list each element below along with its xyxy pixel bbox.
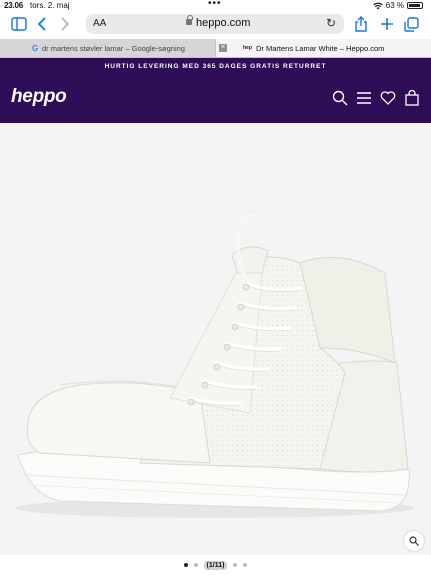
pager-dot[interactable] [183,563,188,567]
tab-title: dr martens støvler lamar – Google-søgnin… [42,43,185,53]
battery-icon [407,2,423,9]
zoom-button[interactable] [404,531,424,551]
status-date: tors. 2. maj [30,1,70,10]
sidebar-icon[interactable] [11,15,27,33]
status-bar: 23.06 tors. 2. maj ••• 63 % [0,0,431,12]
gallery-counter: (1/11) [203,560,228,570]
tab-bar: G dr martens støvler lamar – Google-søgn… [0,39,431,58]
multitasking-dots[interactable]: ••• [208,0,222,9]
address-bar[interactable]: AA heppo.com ↻ [86,14,344,34]
zoom-icon [409,536,419,546]
product-image [15,214,415,518]
new-tab-icon[interactable] [380,15,394,33]
bag-icon[interactable] [404,89,420,106]
search-icon[interactable] [332,90,348,106]
lock-icon [186,15,193,25]
heppo-logo[interactable]: heppo [11,86,67,108]
status-time: 23.06 [4,1,24,10]
site-header: heppo [0,76,431,123]
back-icon[interactable] [37,15,47,33]
tabs-overview-icon[interactable] [404,15,419,33]
pager-dot[interactable] [233,563,238,567]
wifi-icon [372,2,383,9]
reload-icon[interactable]: ↻ [326,16,336,30]
promo-banner[interactable]: HURTIG LEVERING MED 365 DAGES GRATIS RET… [0,58,431,76]
pager-dot[interactable] [243,563,248,567]
url-text[interactable]: heppo.com [196,17,250,29]
menu-icon[interactable] [356,90,372,106]
battery-percent: 63 % [385,1,404,10]
tab-google-search[interactable]: G dr martens støvler lamar – Google-søgn… [0,39,215,57]
close-tab-icon[interactable]: ✕ [219,44,227,52]
gallery-pager: (1/11) [0,557,431,573]
browser-toolbar: AA heppo.com ↻ [0,12,431,38]
tab-heppo[interactable]: ✕ hep Dr Martens Lamar White – Heppo.com [215,39,431,57]
forward-icon[interactable] [60,15,70,33]
share-icon[interactable] [354,15,368,33]
pager-dot[interactable] [193,563,198,567]
google-favicon-icon: G [32,44,39,53]
tab-title: Dr Martens Lamar White – Heppo.com [256,43,385,53]
heppo-favicon-icon: hep [243,45,252,51]
text-size-button[interactable]: AA [93,18,106,29]
heart-icon[interactable] [380,90,396,106]
product-image-area[interactable] [0,123,431,555]
